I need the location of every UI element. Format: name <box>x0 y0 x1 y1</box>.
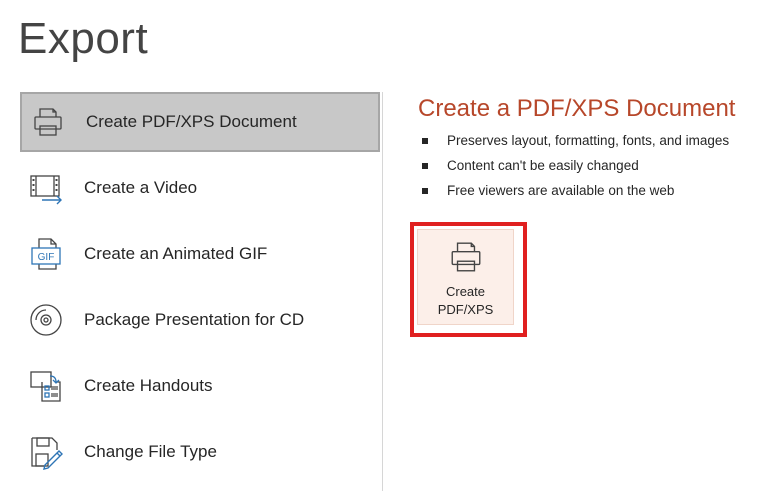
menu-item-label: Create an Animated GIF <box>84 244 268 263</box>
feature-text: Free viewers are available on the web <box>447 183 675 198</box>
handouts-icon <box>26 366 66 406</box>
gif-icon-text: GIF <box>38 252 55 263</box>
button-label-line2: PDF/XPS <box>437 302 494 317</box>
button-label-line1: Create <box>445 284 486 299</box>
menu-item-create-video[interactable]: Create a Video <box>20 158 380 218</box>
menu-item-label: Package Presentation for CD <box>84 310 305 329</box>
feature-text: Content can't be easily changed <box>447 158 639 173</box>
bullet-icon <box>422 137 428 144</box>
list-item: Preserves layout, formatting, fonts, and… <box>422 128 729 153</box>
menu-item-change-file-type[interactable]: Change File Type <box>20 422 380 482</box>
menu-item-package-for-cd[interactable]: Package Presentation for CD <box>20 290 380 350</box>
list-item: Free viewers are available on the web <box>422 178 729 203</box>
gif-icon: GIF <box>26 234 66 274</box>
menu-item-label: Create Handouts <box>84 376 213 395</box>
printer-icon <box>28 102 68 142</box>
menu-item-create-animated-gif[interactable]: GIF Create an Animated GIF <box>20 224 380 284</box>
menu-item-label: Change File Type <box>84 442 217 461</box>
feature-text: Preserves layout, formatting, fonts, and… <box>447 133 730 148</box>
menu-item-create-handouts[interactable]: Create Handouts <box>20 356 380 416</box>
bullet-icon <box>422 162 428 169</box>
export-options-panel: Create PDF/XPS Document Create a Video G… <box>0 92 383 491</box>
cd-icon <box>26 300 66 340</box>
menu-item-label: Create PDF/XPS Document <box>86 112 297 131</box>
page-title: Export <box>18 14 149 63</box>
create-pdf-xps-button[interactable]: Create PDF/XPS <box>417 229 514 325</box>
bullet-icon <box>422 187 428 194</box>
menu-item-label: Create a Video <box>84 178 198 197</box>
change-file-type-icon <box>26 432 66 472</box>
button-label: Create PDF/XPS <box>438 283 494 319</box>
feature-list: Preserves layout, formatting, fonts, and… <box>422 128 729 203</box>
printer-icon <box>448 239 484 277</box>
detail-title: Create a PDF/XPS Document <box>418 95 736 122</box>
list-item: Content can't be easily changed <box>422 153 729 178</box>
video-icon <box>26 168 66 208</box>
menu-item-create-pdf-xps[interactable]: Create PDF/XPS Document <box>20 92 380 152</box>
